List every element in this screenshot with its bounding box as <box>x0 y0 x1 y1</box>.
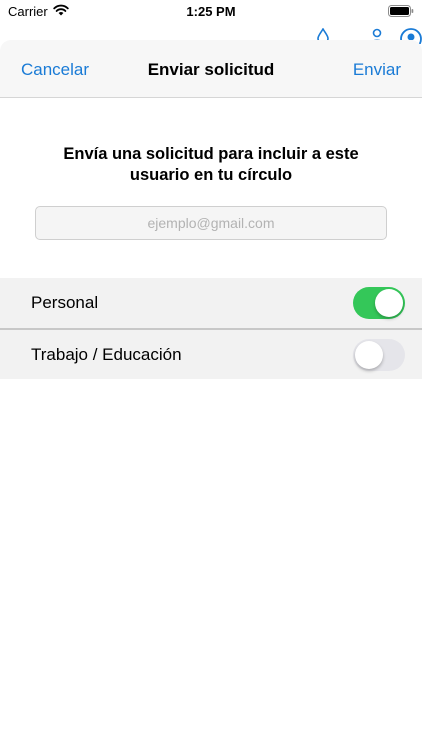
status-time: 1:25 PM <box>186 4 236 19</box>
status-bar: Carrier 1:25 PM <box>0 0 422 24</box>
circle-toggle-list: Personal Trabajo / Educación <box>0 278 422 379</box>
request-sheet: Cancelar Enviar solicitud Enviar Envía u… <box>0 40 422 750</box>
switch-knob <box>375 289 403 317</box>
work-education-toggle-switch[interactable] <box>353 339 405 371</box>
send-button[interactable]: Enviar <box>353 60 401 80</box>
screen: Carrier 1:25 PM Cancelar Enviar solicitu… <box>0 0 422 750</box>
battery-full-icon <box>388 5 414 20</box>
toggle-row-personal: Personal <box>0 278 422 329</box>
toggle-row-work-education: Trabajo / Educación <box>0 329 422 379</box>
request-prompt: Envía una solicitud para incluir a este … <box>63 145 359 184</box>
email-field[interactable] <box>35 206 387 240</box>
personal-toggle-switch[interactable] <box>353 287 405 319</box>
navigation-bar: Cancelar Enviar solicitud Enviar <box>0 40 422 98</box>
toggle-label-personal: Personal <box>31 293 99 312</box>
switch-knob <box>355 341 383 369</box>
toggle-label-work-education: Trabajo / Educación <box>31 345 182 364</box>
